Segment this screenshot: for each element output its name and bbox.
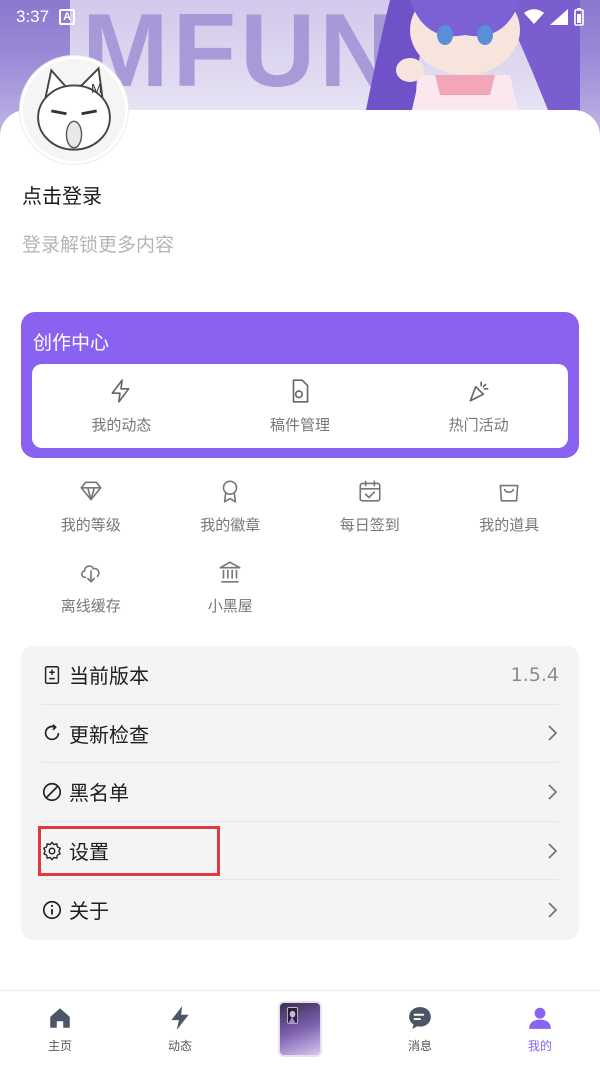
party-popper-icon [469, 381, 489, 402]
creator-center-card: 创作中心 我的动态 稿件管理 热门活动 [21, 312, 579, 458]
calendar-check-icon [359, 480, 381, 502]
grid-item-blackroom[interactable]: 小黑屋 [161, 559, 301, 616]
chevron-right-icon [548, 725, 558, 742]
login-subtitle: 登录解锁更多内容 [22, 234, 175, 256]
settings-list: 当前版本 1.5.4 更新检查 黑名单 设置 关于 [21, 646, 579, 940]
nav-label: 动态 [167, 1038, 192, 1053]
bank-icon [219, 561, 241, 583]
version-icon [44, 665, 60, 684]
row-blacklist[interactable]: 黑名单 [41, 763, 559, 822]
row-current-version[interactable]: 当前版本 1.5.4 [41, 646, 559, 705]
row-about[interactable]: 关于 [41, 880, 559, 939]
wifi-icon [524, 9, 544, 24]
version-value: 1.5.4 [510, 663, 559, 686]
nav-mine[interactable]: 我的 [480, 991, 600, 1067]
feature-grid: 我的等级 我的徽章 每日签到 我的道具 离线缓存 小黑屋 [21, 478, 579, 616]
row-update-check[interactable]: 更新检查 [41, 705, 559, 764]
creator-item-label: 稿件管理 [270, 415, 331, 434]
home-icon [50, 1007, 70, 1028]
nav-messages[interactable]: 消息 [360, 991, 480, 1067]
settings-highlight-box [38, 826, 220, 876]
creator-item-label: 我的动态 [91, 415, 152, 434]
refresh-icon [44, 724, 60, 741]
grid-item-level[interactable]: 我的等级 [21, 478, 161, 535]
nav-dynamics[interactable]: 动态 [120, 991, 240, 1067]
message-icon [409, 1006, 431, 1029]
draft-file-icon [292, 378, 309, 403]
creator-item-drafts[interactable]: 稿件管理 [211, 364, 390, 448]
creator-item-my-posts[interactable]: 我的动态 [32, 364, 211, 448]
creator-center-title: 创作中心 [33, 332, 110, 354]
center-art-figure [287, 1007, 298, 1024]
nav-label: 主页 [47, 1038, 72, 1053]
grid-item-label: 小黑屋 [207, 597, 253, 615]
chevron-right-icon [548, 902, 558, 918]
shopping-bag-icon [499, 484, 519, 502]
login-title[interactable]: 点击登录 [22, 180, 102, 209]
grid-item-items[interactable]: 我的道具 [440, 478, 580, 535]
notification-icon: A [59, 9, 76, 25]
row-label: 更新检查 [69, 722, 149, 747]
nav-center[interactable] [240, 991, 360, 1067]
lightning-icon [171, 1005, 189, 1030]
grid-item-badges[interactable]: 我的徽章 [161, 478, 301, 535]
status-icons [524, 8, 584, 26]
grid-item-label: 离线缓存 [60, 597, 121, 615]
center-art-icon [278, 1001, 322, 1057]
grid-item-label: 我的道具 [479, 516, 540, 534]
creator-item-events[interactable]: 热门活动 [389, 364, 568, 448]
nav-label: 消息 [407, 1038, 432, 1053]
lightning-icon [111, 378, 130, 403]
nav-label: 我的 [527, 1038, 552, 1053]
signal-icon [550, 9, 568, 25]
row-label: 关于 [69, 899, 109, 924]
block-icon [42, 782, 62, 802]
grid-item-label: 我的等级 [60, 516, 121, 534]
row-label: 当前版本 [69, 664, 149, 689]
info-icon [42, 900, 62, 919]
chevron-right-icon [548, 842, 558, 859]
avatar[interactable]: M [20, 56, 128, 164]
status-bar: 3:37 A [0, 0, 600, 34]
row-label: 黑名单 [69, 781, 129, 806]
bottom-nav: 主页 动态 消息 我的 [0, 990, 600, 1067]
creator-item-label: 热门活动 [448, 415, 509, 434]
badge-icon [222, 480, 238, 503]
grid-item-offline-cache[interactable]: 离线缓存 [21, 559, 161, 616]
cloud-download-icon [80, 565, 100, 583]
creator-center-items: 我的动态 稿件管理 热门活动 [32, 364, 568, 448]
grid-item-label: 每日签到 [339, 516, 400, 534]
grid-item-checkin[interactable]: 每日签到 [300, 478, 440, 535]
nav-home[interactable]: 主页 [0, 991, 120, 1067]
user-icon [529, 1007, 551, 1029]
diamond-icon [80, 481, 102, 501]
avatar-cat-icon: M [23, 59, 125, 161]
grid-item-label: 我的徽章 [200, 516, 261, 534]
chevron-right-icon [548, 784, 558, 800]
svg-text:M: M [91, 81, 102, 96]
status-time: 3:37 [16, 7, 50, 26]
battery-icon [574, 8, 584, 26]
